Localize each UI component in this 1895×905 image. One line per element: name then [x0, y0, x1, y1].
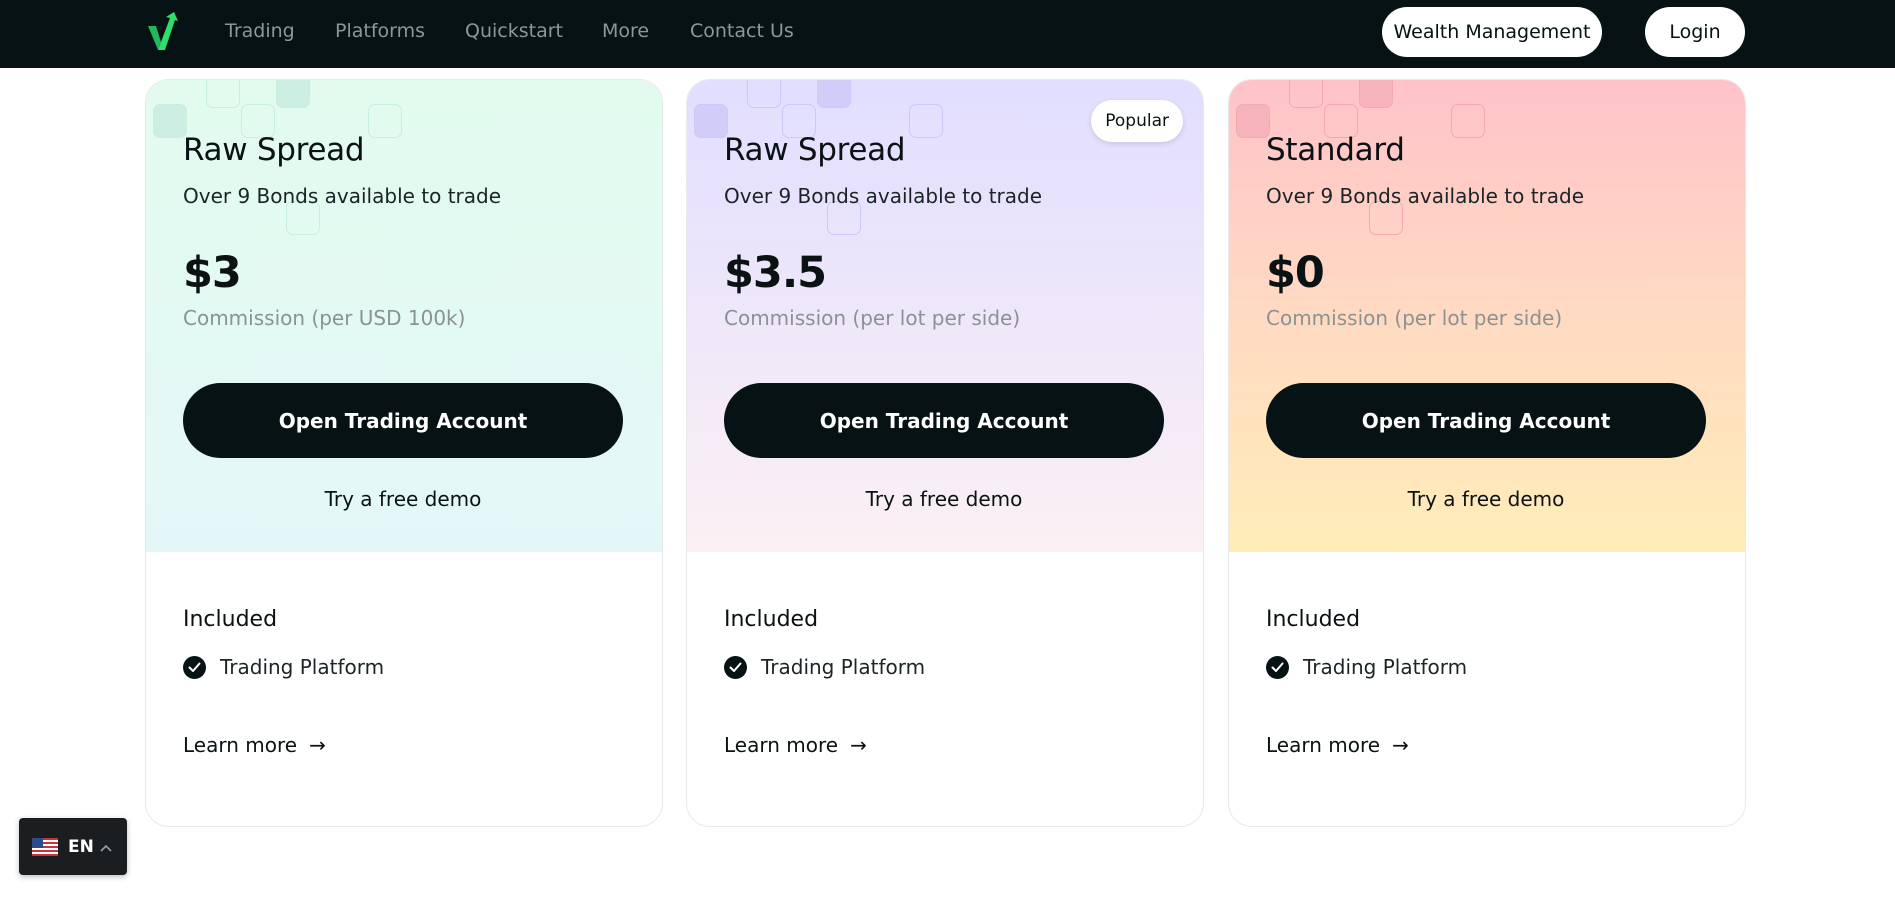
included-heading: Included — [724, 607, 819, 632]
learn-more-label: Learn more — [724, 733, 839, 757]
plan-price: $3 — [183, 248, 242, 298]
price-note: Commission (per lot per side) — [724, 306, 1021, 330]
pricing-card-raw-spread-usd: Raw Spread Over 9 Bonds available to tra… — [145, 79, 663, 827]
feature-item: Trading Platform — [1266, 655, 1467, 679]
price-note: Commission (per USD 100k) — [183, 306, 466, 330]
pricing-card-raw-spread-lot: Popular Raw Spread Over 9 Bonds availabl… — [686, 79, 1204, 827]
chevron-up-icon — [100, 837, 112, 856]
nav-quickstart[interactable]: Quickstart — [465, 20, 563, 42]
plan-subtitle: Over 9 Bonds available to trade — [183, 184, 502, 208]
learn-more-link[interactable]: Learn more → — [1266, 733, 1409, 757]
try-free-demo-link[interactable]: Try a free demo — [1266, 487, 1706, 511]
decorative-square — [909, 104, 943, 138]
us-flag-icon — [32, 837, 58, 856]
learn-more-label: Learn more — [183, 733, 298, 757]
arrow-right-icon: → — [1392, 733, 1409, 757]
pricing-card-standard: Standard Over 9 Bonds available to trade… — [1228, 79, 1746, 827]
card-header-area: Standard Over 9 Bonds available to trade… — [1229, 80, 1745, 552]
language-selector[interactable]: EN — [19, 818, 127, 875]
arrow-right-icon: → — [850, 733, 867, 757]
learn-more-label: Learn more — [1266, 733, 1381, 757]
try-free-demo-link[interactable]: Try a free demo — [183, 487, 623, 511]
nav-contact-us[interactable]: Contact Us — [690, 20, 794, 42]
decorative-square — [276, 80, 310, 108]
nav-platforms[interactable]: Platforms — [335, 20, 425, 42]
decorative-square — [1451, 104, 1485, 138]
check-circle-icon — [183, 655, 206, 679]
open-trading-account-button[interactable]: Open Trading Account — [724, 383, 1164, 458]
check-circle-icon — [1266, 655, 1289, 679]
decorative-square — [747, 80, 781, 108]
plan-name: Raw Spread — [724, 132, 906, 168]
decorative-square — [1236, 104, 1270, 138]
plan-subtitle: Over 9 Bonds available to trade — [1266, 184, 1585, 208]
wealth-management-button[interactable]: Wealth Management — [1382, 7, 1602, 57]
decorative-square — [368, 104, 402, 138]
language-code: EN — [68, 836, 94, 857]
price-note: Commission (per lot per side) — [1266, 306, 1563, 330]
plan-price: $0 — [1266, 248, 1325, 298]
decorative-square — [1359, 80, 1393, 108]
nav-more[interactable]: More — [602, 20, 649, 42]
included-heading: Included — [1266, 607, 1361, 632]
brand-logo-icon[interactable] — [146, 12, 180, 50]
login-button[interactable]: Login — [1645, 7, 1745, 57]
feature-item: Trading Platform — [724, 655, 925, 679]
decorative-square — [206, 80, 240, 108]
feature-label: Trading Platform — [220, 655, 385, 679]
nav-trading[interactable]: Trading — [225, 20, 295, 42]
check-circle-icon — [724, 655, 747, 679]
plan-name: Standard — [1266, 132, 1405, 168]
card-header-area: Popular Raw Spread Over 9 Bonds availabl… — [687, 80, 1203, 552]
decorative-square — [1289, 80, 1323, 108]
decorative-square — [153, 104, 187, 138]
plan-price: $3.5 — [724, 248, 827, 298]
feature-label: Trading Platform — [761, 655, 926, 679]
feature-label: Trading Platform — [1303, 655, 1468, 679]
try-free-demo-link[interactable]: Try a free demo — [724, 487, 1164, 511]
decorative-square — [694, 104, 728, 138]
decorative-square — [817, 80, 851, 108]
learn-more-link[interactable]: Learn more → — [724, 733, 867, 757]
plan-subtitle: Over 9 Bonds available to trade — [724, 184, 1043, 208]
arrow-right-icon: → — [309, 733, 326, 757]
popular-badge: Popular — [1091, 100, 1183, 142]
plan-name: Raw Spread — [183, 132, 365, 168]
learn-more-link[interactable]: Learn more → — [183, 733, 326, 757]
open-trading-account-button[interactable]: Open Trading Account — [183, 383, 623, 458]
open-trading-account-button[interactable]: Open Trading Account — [1266, 383, 1706, 458]
top-nav: Trading Platforms Quickstart More Contac… — [0, 0, 1895, 68]
feature-item: Trading Platform — [183, 655, 384, 679]
included-heading: Included — [183, 607, 278, 632]
card-header-area: Raw Spread Over 9 Bonds available to tra… — [146, 80, 662, 552]
